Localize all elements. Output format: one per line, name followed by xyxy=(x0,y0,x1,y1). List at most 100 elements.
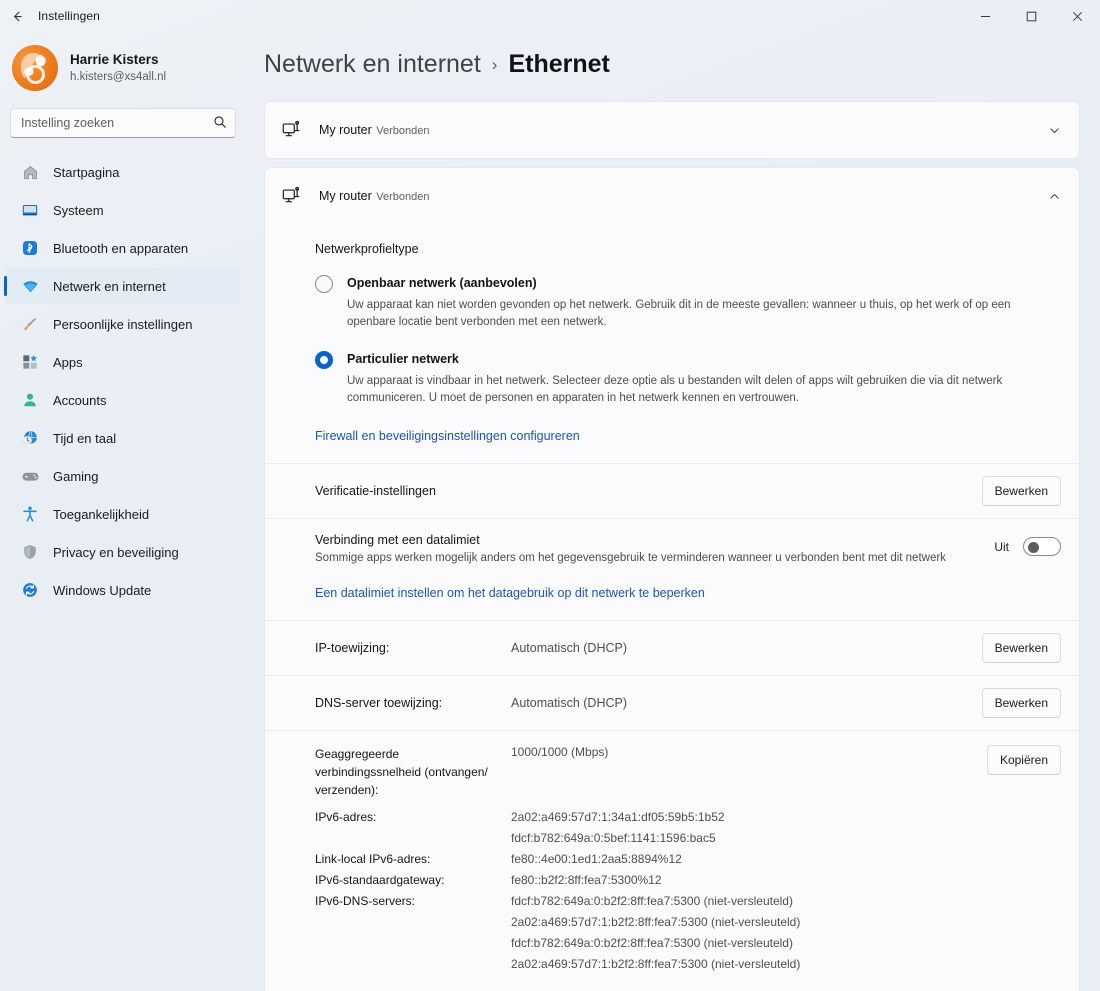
detail-value: fdcf:b782:649a:0:5bef:1141:1596:bac5 xyxy=(511,831,716,845)
data-limit-toggle-wrap: Uit xyxy=(994,537,1061,556)
router-icon xyxy=(281,119,311,141)
dns-assignment-label: DNS-server toewijzing: xyxy=(315,696,443,710)
network-profile-section: Netwerkprofieltype Openbaar netwerk (aan… xyxy=(265,224,1079,407)
gamepad-icon xyxy=(19,466,41,486)
accessibility-icon xyxy=(19,504,41,524)
data-limit-description: Sommige apps werken mogelijk anders om h… xyxy=(315,552,946,564)
monitor-icon xyxy=(19,200,41,220)
detail-row-link-local: Link-local IPv6-adres: fe80::4e00:1ed1:2… xyxy=(265,849,1079,870)
sidebar-item-privacy-en-beveiliging[interactable]: Privacy en beveiliging xyxy=(5,534,240,570)
dns-assignment-edit-button[interactable]: Bewerken xyxy=(981,688,1061,718)
detail-row-ipv6-gateway: IPv6-standaardgateway: fe80::b2f2:8ff:fe… xyxy=(265,870,1079,891)
detail-value: fe80::4e00:1ed1:2aa5:8894%12 xyxy=(511,852,682,866)
ip-assignment-row: IP-toewijzing: Automatisch (DHCP) Bewerk… xyxy=(265,621,1079,675)
firewall-link-row: Firewall en beveiligingsinstellingen con… xyxy=(265,407,1079,463)
detail-label: IPv6-standaardgateway: xyxy=(315,873,445,887)
close-button[interactable] xyxy=(1054,0,1100,32)
radio-description: Uw apparaat kan niet worden gevonden op … xyxy=(347,299,1011,329)
sidebar-item-toegankelijkheid[interactable]: Toegankelijkheid xyxy=(5,496,240,532)
sidebar-item-label: Netwerk en internet xyxy=(53,278,166,294)
detail-value: 2a02:a469:57d7:1:34a1:df05:59b5:1b52 xyxy=(511,810,725,824)
radio-text: Particulier netwerk Uw apparaat is vindb… xyxy=(347,350,1059,408)
search-input[interactable] xyxy=(10,108,236,138)
radio-option-private[interactable]: Particulier netwerk Uw apparaat is vindb… xyxy=(315,350,1059,408)
router-card-header[interactable]: My router Verbonden xyxy=(265,168,1079,224)
avatar xyxy=(12,45,58,91)
clock-globe-icon xyxy=(19,428,41,448)
shield-icon xyxy=(19,542,41,562)
data-limit-title: Verbinding met een datalimiet xyxy=(315,533,480,547)
sidebar-item-label: Startpagina xyxy=(53,164,120,180)
set-data-limit-link[interactable]: Een datalimiet instellen om het datagebr… xyxy=(315,586,705,600)
account-profile[interactable]: Harrie Kisters h.kisters@xs4all.nl xyxy=(0,32,248,94)
sidebar-item-windows-update[interactable]: Windows Update xyxy=(5,572,240,608)
detail-label: IPv6-adres: xyxy=(315,810,377,824)
router-card-header[interactable]: My router Verbonden xyxy=(265,102,1079,158)
radio-label: Particulier netwerk xyxy=(347,351,459,366)
detail-value: 10.0.0.21 xyxy=(511,987,561,991)
detail-values: fe80::4e00:1ed1:2aa5:8894%12 xyxy=(511,849,682,870)
detail-value: fdcf:b782:649a:0:b2f2:8ff:fea7:5300 (nie… xyxy=(511,936,793,950)
sidebar-item-label: Systeem xyxy=(53,202,104,218)
maximize-button[interactable] xyxy=(1008,0,1054,32)
sidebar-item-label: Bluetooth en apparaten xyxy=(53,240,189,256)
connection-speed-value: 1000/1000 (Mbps) xyxy=(511,745,609,759)
sidebar-item-accounts[interactable]: Accounts xyxy=(5,382,240,418)
data-limit-toggle[interactable] xyxy=(1023,537,1061,556)
window-controls xyxy=(962,0,1100,32)
router-name: My router xyxy=(319,189,372,204)
sidebar-item-netwerk-en-internet[interactable]: Netwerk en internet xyxy=(4,268,240,304)
breadcrumb: Netwerk en internet › Ethernet xyxy=(248,32,1100,79)
chevron-up-icon[interactable] xyxy=(1048,190,1061,203)
back-button[interactable] xyxy=(0,0,34,32)
detail-row-ipv4-address: IPv4-adres: 10.0.0.21 xyxy=(265,987,1079,991)
sidebar-nav: Startpagina Systeem Bluetooth en apparat… xyxy=(0,154,248,608)
copy-button[interactable]: Kopiëren xyxy=(986,745,1061,775)
speed-label-line3: verzenden): xyxy=(315,783,379,797)
person-icon xyxy=(19,390,41,410)
sidebar-item-tijd-en-taal[interactable]: Tijd en taal xyxy=(5,420,240,456)
dns-assignment-row: DNS-server toewijzing: Automatisch (DHCP… xyxy=(265,676,1079,730)
page-title: Ethernet xyxy=(508,50,610,78)
app-title: Instellingen xyxy=(38,9,100,23)
detail-value: 2a02:a469:57d7:1:b2f2:8ff:fea7:5300 (nie… xyxy=(511,915,801,929)
speed-label-line1: Geaggregeerde xyxy=(315,747,400,761)
sidebar-item-systeem[interactable]: Systeem xyxy=(5,192,240,228)
section-title: Netwerkprofieltype xyxy=(315,242,419,256)
ip-assignment-value: Automatisch (DHCP) xyxy=(511,641,627,655)
verification-edit-button[interactable]: Bewerken xyxy=(981,476,1061,506)
detail-values: 2a02:a469:57d7:1:34a1:df05:59b5:1b52 fdc… xyxy=(511,807,725,849)
sidebar-item-gaming[interactable]: Gaming xyxy=(5,458,240,494)
detail-row-ipv6-address: IPv6-adres: 2a02:a469:57d7:1:34a1:df05:5… xyxy=(265,807,1079,849)
router-card-text: My router Verbonden xyxy=(319,119,429,141)
sidebar-item-bluetooth[interactable]: Bluetooth en apparaten xyxy=(5,230,240,266)
breadcrumb-parent[interactable]: Netwerk en internet xyxy=(264,50,481,79)
detail-label: IPv4-adres: xyxy=(315,987,511,991)
detail-label: Link-local IPv6-adres: xyxy=(315,852,431,866)
radio-text: Openbaar netwerk (aanbevolen) Uw apparaa… xyxy=(347,274,1059,332)
data-limit-row: Verbinding met een datalimiet Sommige ap… xyxy=(265,519,1079,564)
ip-assignment-label: IP-toewijzing: xyxy=(315,641,390,655)
detail-label: IPv6-DNS-servers: xyxy=(315,894,416,908)
minimize-button[interactable] xyxy=(962,0,1008,32)
router-card-expanded: My router Verbonden Netwerkprofieltype O… xyxy=(264,167,1080,991)
chevron-down-icon[interactable] xyxy=(1048,124,1061,137)
radio-button-private[interactable] xyxy=(315,350,333,369)
sidebar-item-label: Windows Update xyxy=(53,582,152,598)
wifi-icon xyxy=(19,276,41,296)
radio-option-public[interactable]: Openbaar netwerk (aanbevolen) Uw apparaa… xyxy=(315,274,1059,332)
radio-button-public[interactable] xyxy=(315,275,333,293)
sidebar-item-startpagina[interactable]: Startpagina xyxy=(5,154,240,190)
firewall-settings-link[interactable]: Firewall en beveiligingsinstellingen con… xyxy=(315,429,580,443)
detail-values: fdcf:b782:649a:0:b2f2:8ff:fea7:5300 (nie… xyxy=(511,891,800,975)
detail-value: fe80::b2f2:8ff:fea7:5300%12 xyxy=(511,873,662,887)
router-name: My router xyxy=(319,123,372,138)
detail-values: fe80::b2f2:8ff:fea7:5300%12 xyxy=(511,870,662,891)
ip-assignment-edit-button[interactable]: Bewerken xyxy=(981,633,1061,663)
sidebar-item-persoonlijke-instellingen[interactable]: Persoonlijke instellingen xyxy=(5,306,240,342)
search-container xyxy=(10,108,236,138)
sidebar-item-label: Tijd en taal xyxy=(53,430,117,446)
copy-button-wrap: Kopiëren xyxy=(986,745,1061,799)
sidebar-item-apps[interactable]: Apps xyxy=(5,344,240,380)
detail-value: 2a02:a469:57d7:1:b2f2:8ff:fea7:5300 (nie… xyxy=(511,957,801,971)
